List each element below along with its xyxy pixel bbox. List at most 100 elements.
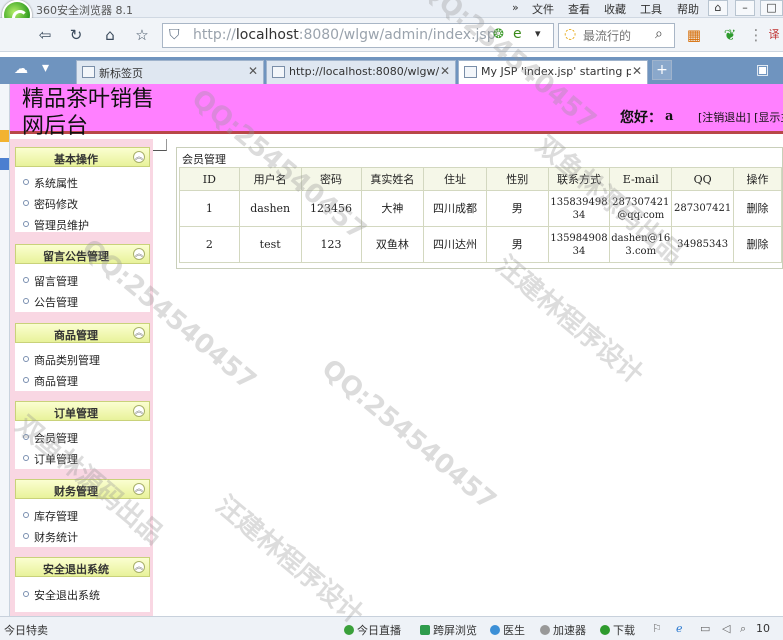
back-icon[interactable]: ⇦ bbox=[33, 24, 57, 46]
screenshot-icon[interactable]: ⚐ bbox=[652, 622, 662, 635]
menu-link-products[interactable]: 商品管理 bbox=[23, 373, 78, 389]
translate-icon[interactable]: 译 bbox=[762, 24, 783, 46]
ie-mode-icon[interactable]: e bbox=[513, 26, 522, 42]
splitter-handle[interactable] bbox=[153, 139, 167, 151]
menu-link-finance-stats[interactable]: 财务统计 bbox=[23, 529, 78, 545]
menu-link-inventory[interactable]: 库存管理 bbox=[23, 508, 78, 524]
column-header: ID bbox=[179, 167, 240, 191]
group-body: 安全退出系统 bbox=[15, 577, 150, 612]
address-text[interactable]: http://localhost:8080/wlgw/admin/index.j… bbox=[193, 27, 496, 43]
group-body: 系统属性 密码修改 管理员维护 bbox=[15, 167, 150, 232]
menu-view[interactable]: 查看 bbox=[568, 1, 590, 17]
menu-more-icon[interactable]: » bbox=[512, 1, 519, 14]
group-body: 留言管理 公告管理 bbox=[15, 264, 150, 312]
menu-file[interactable]: 文件 bbox=[532, 1, 554, 17]
security-icon[interactable]: ❦ bbox=[718, 24, 742, 46]
delete-link-text[interactable]: 删除 bbox=[747, 238, 769, 251]
browser-title-bar: 360安全浏览器 8.1 » 文件 查看 收藏 工具 帮助 ⌂ – □ bbox=[0, 0, 783, 18]
menu-link-system-props[interactable]: 系统属性 bbox=[23, 175, 78, 191]
collapse-icon[interactable]: ︽ bbox=[133, 483, 145, 495]
status-label: 医生 bbox=[503, 624, 525, 637]
group-title: 商品管理 bbox=[54, 329, 98, 342]
maximize-button[interactable]: □ bbox=[760, 0, 783, 16]
window-icon[interactable]: ▭ bbox=[700, 622, 710, 635]
member-panel: 会员管理 ID 用户名 密码 真实姓名 住址 性别 联系方式 E-mail QQ… bbox=[176, 147, 783, 269]
zoom-level[interactable]: 10 bbox=[756, 622, 770, 635]
tab-new-tab[interactable]: 新标签页 ✕ bbox=[76, 60, 264, 84]
minimize-button[interactable]: – bbox=[735, 0, 755, 16]
search-input[interactable] bbox=[583, 26, 649, 45]
delete-link[interactable]: 删除 bbox=[733, 190, 782, 227]
menu-group-logout: 安全退出系统 ︽ 安全退出系统 bbox=[15, 557, 150, 612]
collapse-icon[interactable]: ︽ bbox=[133, 561, 145, 573]
collapse-icon[interactable]: ︽ bbox=[133, 248, 145, 260]
favorites-sidebar-icon[interactable] bbox=[0, 130, 9, 142]
apps-icon[interactable]: ▦ bbox=[682, 24, 706, 46]
group-header[interactable]: 订单管理 ︽ bbox=[15, 401, 150, 421]
status-doctor[interactable]: 医生 bbox=[490, 622, 525, 638]
search-engine-icon[interactable]: ◌ bbox=[564, 26, 576, 42]
delete-link[interactable]: 删除 bbox=[733, 226, 782, 263]
delete-link-text[interactable]: 删除 bbox=[747, 202, 769, 215]
group-header[interactable]: 留言公告管理 ︽ bbox=[15, 244, 150, 264]
menu-link-password[interactable]: 密码修改 bbox=[23, 196, 78, 212]
group-header[interactable]: 财务管理 ︽ bbox=[15, 479, 150, 499]
address-dropdown-icon[interactable]: ▾ bbox=[535, 27, 541, 40]
tab-overview-icon[interactable]: ▣ bbox=[756, 62, 769, 78]
frame-splitter[interactable] bbox=[153, 139, 167, 616]
collapse-icon[interactable]: ︽ bbox=[133, 405, 145, 417]
home-icon[interactable]: ⌂ bbox=[98, 24, 122, 46]
close-icon[interactable]: ✕ bbox=[440, 64, 450, 78]
menu-link-notices[interactable]: 公告管理 bbox=[23, 294, 78, 310]
ie-icon[interactable]: ℯ bbox=[676, 622, 683, 635]
refresh-icon[interactable]: ↻ bbox=[64, 24, 88, 46]
cloud-icon[interactable]: ☁ bbox=[14, 61, 28, 77]
close-icon[interactable]: ✕ bbox=[632, 64, 642, 78]
notes-sidebar-icon[interactable] bbox=[0, 158, 9, 170]
tab-localhost[interactable]: http://localhost:8080/wlgw/i ✕ bbox=[266, 60, 456, 84]
menu-link-orders[interactable]: 订单管理 bbox=[23, 451, 78, 467]
menu-help[interactable]: 帮助 bbox=[677, 1, 699, 17]
phone-icon bbox=[420, 625, 430, 635]
cell-id: 1 bbox=[179, 190, 240, 227]
search-box[interactable]: ◌ ⌕ bbox=[558, 23, 675, 48]
menu-link-logout[interactable]: 安全退出系统 bbox=[23, 587, 100, 603]
mute-icon[interactable]: ◁ bbox=[722, 622, 730, 635]
cell-address: 四川成都 bbox=[423, 190, 487, 227]
address-bar[interactable]: ⛉ http://localhost:8080/wlgw/admin/index… bbox=[162, 23, 554, 48]
tab-list-icon[interactable]: ▾ bbox=[42, 60, 49, 76]
zoom-icon[interactable]: ⌕ bbox=[740, 622, 746, 636]
column-header: 联系方式 bbox=[547, 167, 611, 191]
menu-link-admins[interactable]: 管理员维护 bbox=[23, 217, 89, 233]
tab-my-jsp[interactable]: My JSP 'index.jsp' starting p ✕ bbox=[458, 60, 648, 84]
tab-label: 新标签页 bbox=[99, 67, 143, 80]
menu-favorites[interactable]: 收藏 bbox=[604, 1, 626, 17]
menu-link-categories[interactable]: 商品类别管理 bbox=[23, 352, 100, 368]
cell-realname: 大神 bbox=[360, 190, 425, 227]
status-download[interactable]: 下载 bbox=[600, 622, 635, 638]
menu-link-messages[interactable]: 留言管理 bbox=[23, 273, 78, 289]
compat-mode-icon[interactable]: ❂ bbox=[493, 27, 504, 42]
close-icon[interactable]: ✕ bbox=[248, 64, 258, 78]
group-title: 安全退出系统 bbox=[43, 563, 109, 576]
status-label: 今日直播 bbox=[357, 624, 401, 637]
tab-label: My JSP 'index.jsp' starting p bbox=[481, 65, 631, 78]
new-tab-button[interactable]: + bbox=[652, 60, 672, 80]
status-cross-screen[interactable]: 跨屏浏览 bbox=[420, 622, 477, 638]
group-header[interactable]: 基本操作 ︽ bbox=[15, 147, 150, 167]
search-icon[interactable]: ⌕ bbox=[655, 26, 663, 42]
favorite-star-icon[interactable]: ☆ bbox=[130, 24, 154, 46]
status-deals[interactable]: 今日特卖 bbox=[4, 622, 48, 638]
collapse-icon[interactable]: ︽ bbox=[133, 327, 145, 339]
status-label: 跨屏浏览 bbox=[433, 624, 477, 637]
logout-link[interactable]: [注销退出] [显示主页] bbox=[698, 109, 783, 125]
group-title: 订单管理 bbox=[54, 407, 98, 420]
status-accelerator[interactable]: 加速器 bbox=[540, 622, 586, 638]
menu-tools[interactable]: 工具 bbox=[640, 1, 662, 17]
menu-link-members[interactable]: 会员管理 bbox=[23, 430, 78, 446]
group-header[interactable]: 商品管理 ︽ bbox=[15, 323, 150, 343]
group-header[interactable]: 安全退出系统 ︽ bbox=[15, 557, 150, 577]
status-live[interactable]: 今日直播 bbox=[344, 622, 401, 638]
skin-icon[interactable]: ⌂ bbox=[708, 0, 728, 16]
collapse-icon[interactable]: ︽ bbox=[133, 151, 145, 163]
